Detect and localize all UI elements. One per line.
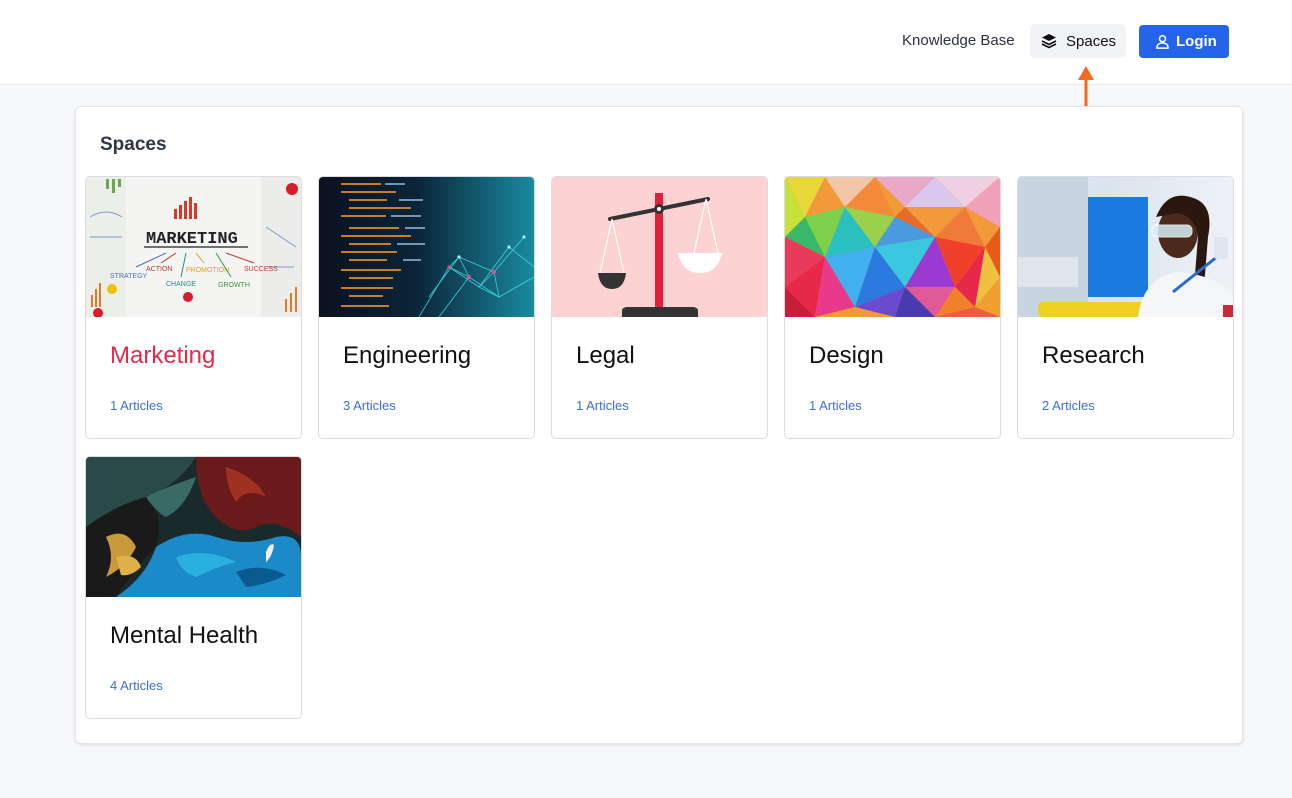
space-card-design[interactable]: Design 1 Articles bbox=[784, 176, 1001, 439]
user-icon bbox=[1156, 34, 1169, 49]
article-count: 2 Articles bbox=[1042, 398, 1095, 413]
marketing-board-image: MARKETING STRATEGY ACTION PROMOTION SUCC… bbox=[86, 177, 301, 317]
marketing-image-term: ACTION bbox=[146, 266, 172, 273]
login-button[interactable]: Login bbox=[1139, 25, 1229, 58]
space-card-title: Marketing bbox=[110, 342, 216, 369]
spaces-panel: Spaces MARKETING STRATEGY ACTION PROMOTI… bbox=[75, 106, 1243, 744]
code-screen-image bbox=[319, 177, 534, 317]
article-count: 4 Articles bbox=[110, 678, 163, 693]
space-card-title: Legal bbox=[576, 342, 635, 369]
lab-scientist-image bbox=[1018, 177, 1233, 317]
low-poly-pattern-image bbox=[785, 177, 1000, 317]
space-card-mental-health[interactable]: Mental Health 4 Articles bbox=[85, 456, 302, 719]
layers-icon bbox=[1041, 34, 1057, 49]
space-card-research[interactable]: Research 2 Articles bbox=[1017, 176, 1234, 439]
fluid-art-image bbox=[86, 457, 301, 597]
space-card-title: Engineering bbox=[343, 342, 472, 369]
space-card-title: Research bbox=[1042, 342, 1145, 369]
spaces-button[interactable]: Spaces bbox=[1030, 24, 1126, 58]
knowledge-base-link[interactable]: Knowledge Base bbox=[902, 31, 1015, 51]
space-card-marketing[interactable]: MARKETING STRATEGY ACTION PROMOTION SUCC… bbox=[85, 176, 302, 439]
marketing-image-term: GROWTH bbox=[218, 282, 250, 289]
space-card-legal[interactable]: Legal 1 Articles bbox=[551, 176, 768, 439]
justice-scale-image bbox=[552, 177, 767, 317]
article-count: 1 Articles bbox=[110, 398, 163, 413]
login-button-label: Login bbox=[1176, 33, 1217, 50]
marketing-image-term: CHANGE bbox=[166, 281, 196, 288]
spaces-button-label: Spaces bbox=[1066, 32, 1117, 50]
page-title: Spaces bbox=[100, 134, 167, 155]
article-count: 1 Articles bbox=[809, 398, 862, 413]
marketing-image-term: SUCCESS bbox=[244, 266, 278, 273]
space-card-title: Mental Health bbox=[110, 622, 259, 649]
marketing-image-term: PROMOTION bbox=[186, 267, 229, 274]
article-count: 3 Articles bbox=[343, 398, 396, 413]
article-count: 1 Articles bbox=[576, 398, 629, 413]
marketing-image-term: STRATEGY bbox=[110, 273, 148, 280]
top-navigation-bar: Knowledge Base Spaces Login bbox=[0, 0, 1292, 85]
space-card-engineering[interactable]: Engineering 3 Articles bbox=[318, 176, 535, 439]
marketing-image-title: MARKETING bbox=[146, 230, 238, 249]
space-card-title: Design bbox=[809, 342, 884, 369]
